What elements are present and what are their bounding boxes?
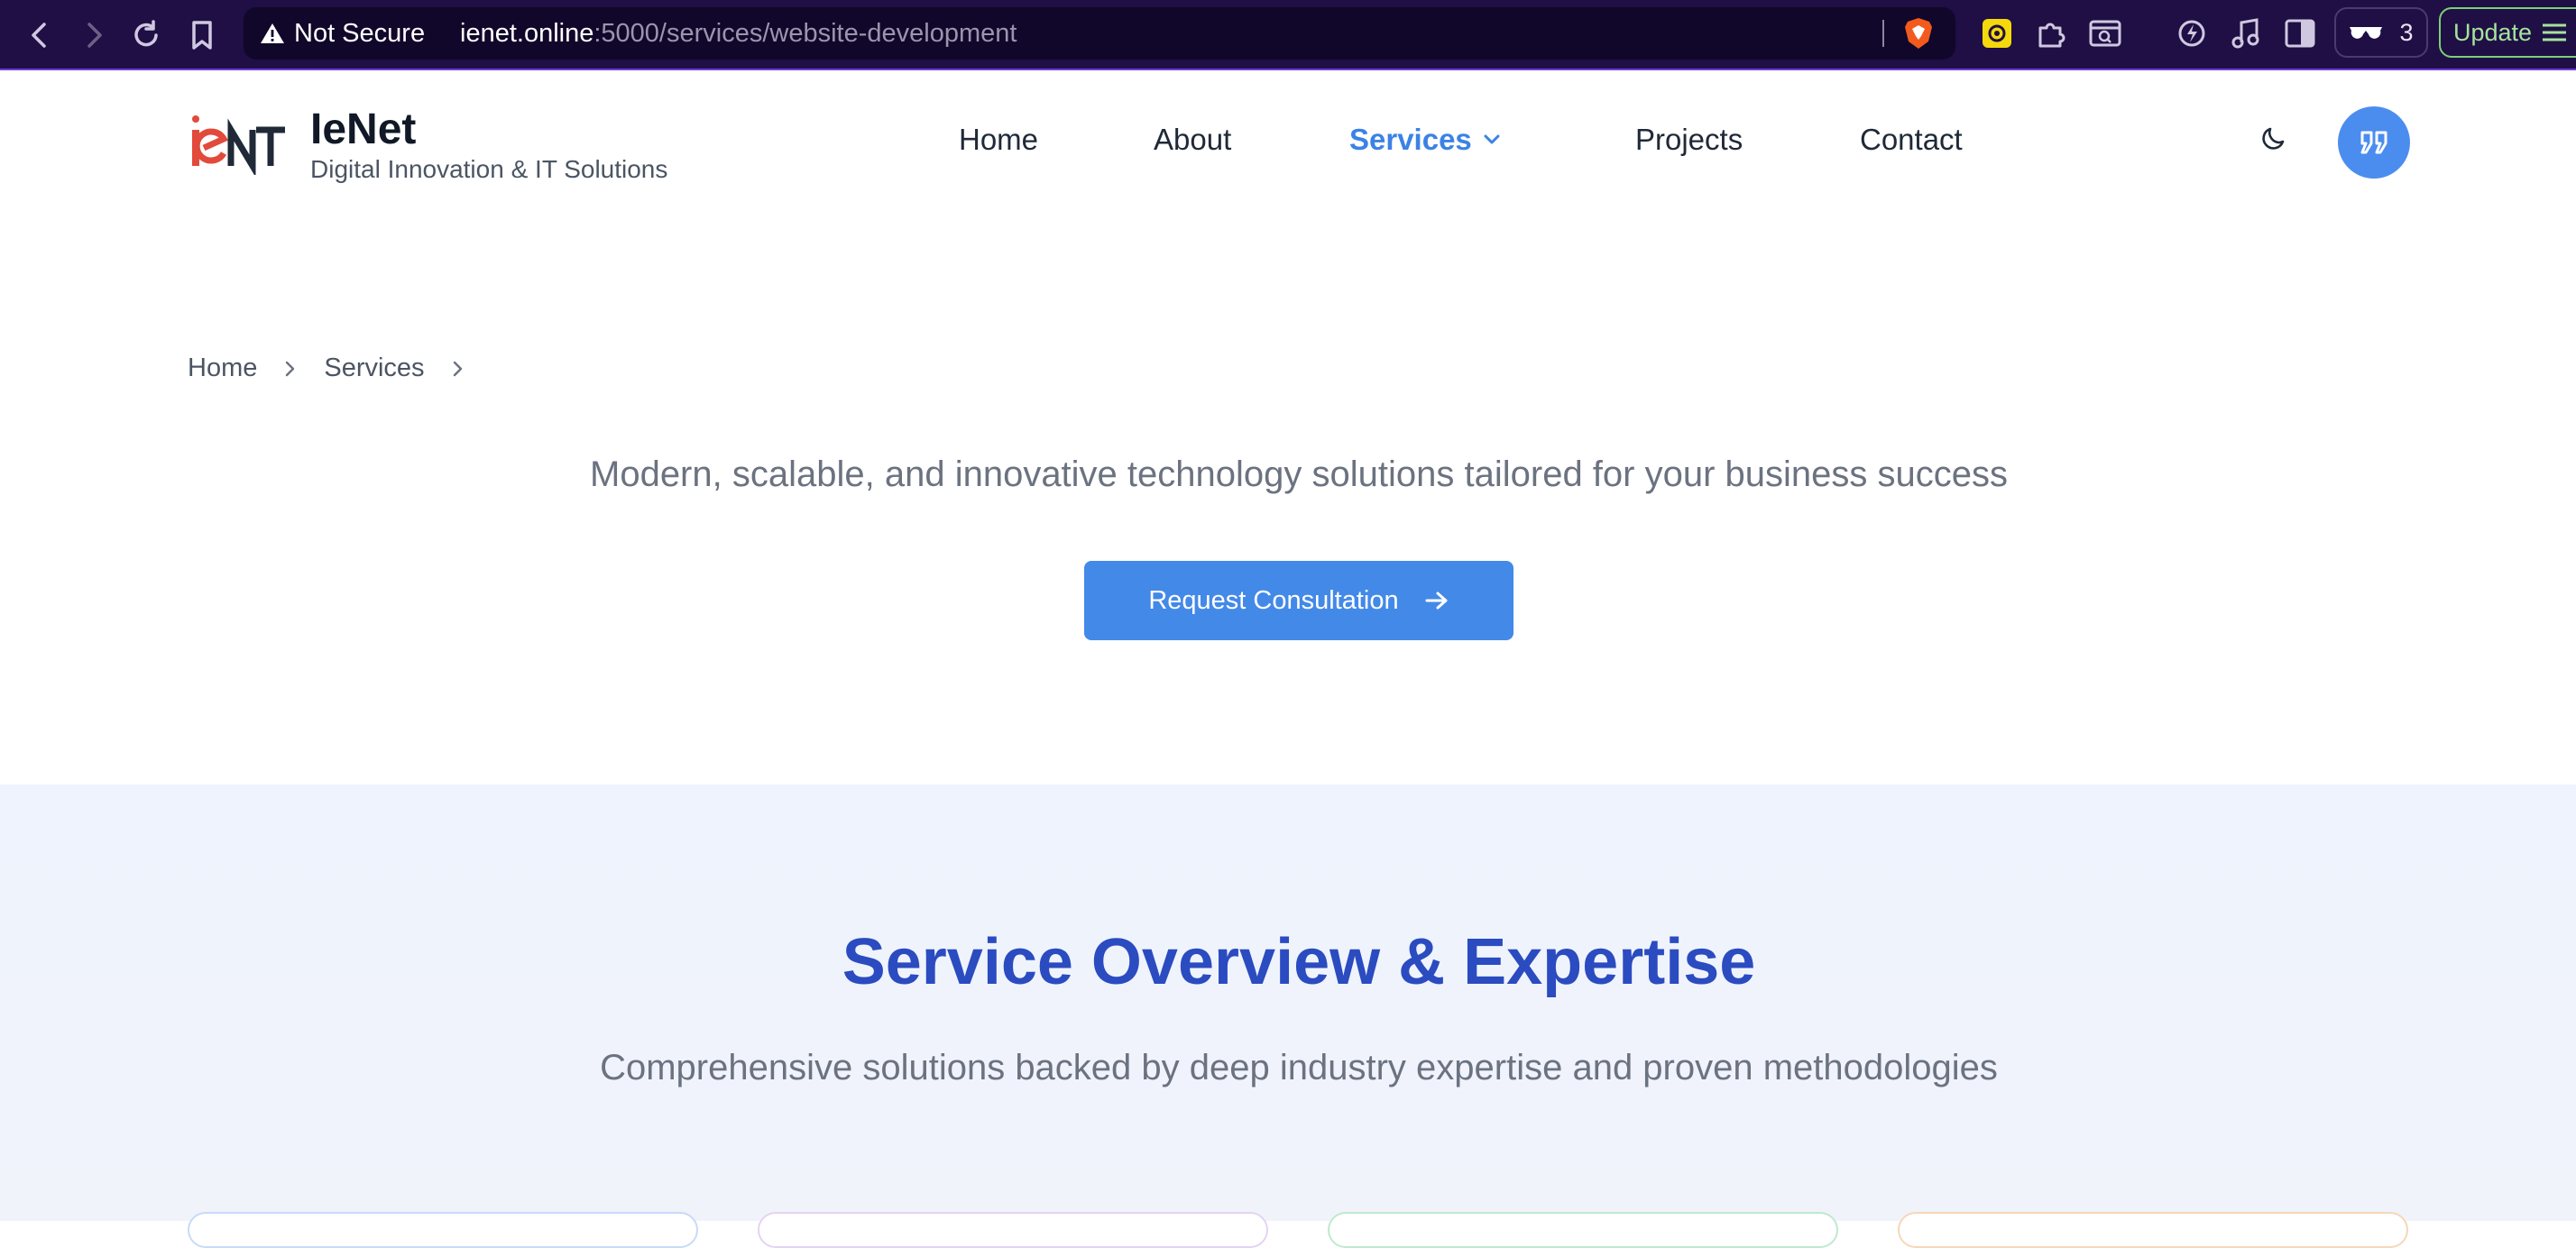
- nav-services[interactable]: Services: [1349, 123, 1501, 157]
- brave-shields-icon[interactable]: [1901, 16, 1936, 50]
- site-header: IeNet Digital Innovation & IT Solutions …: [0, 72, 2576, 216]
- overview-card[interactable]: [758, 1212, 1268, 1248]
- nav-contact[interactable]: Contact: [1860, 123, 1963, 157]
- update-button[interactable]: Update: [2439, 7, 2576, 58]
- brand-logo[interactable]: [188, 112, 287, 178]
- menu-icon: [2543, 23, 2567, 41]
- warning-icon: [261, 23, 284, 43]
- forward-icon[interactable]: [74, 15, 114, 55]
- arrow-right-icon: [1425, 592, 1448, 610]
- reload-icon[interactable]: [126, 15, 166, 55]
- address-bar[interactable]: Not Secure ienet.online:5000/services/we…: [244, 7, 1955, 60]
- breadcrumb-home[interactable]: Home: [188, 353, 257, 383]
- user-avatar[interactable]: [2338, 106, 2410, 179]
- search-window-icon[interactable]: [2087, 15, 2123, 51]
- breadcrumb-services[interactable]: Services: [324, 353, 424, 383]
- nav-services-label: Services: [1349, 123, 1472, 156]
- music-icon[interactable]: [2228, 15, 2264, 51]
- url-divider: [1882, 20, 1884, 47]
- nav-about[interactable]: About: [1154, 123, 1231, 157]
- chevron-right-icon: [453, 361, 462, 376]
- back-icon[interactable]: [20, 15, 60, 55]
- overview-subtitle: Comprehensive solutions backed by deep i…: [600, 1048, 1998, 1087]
- hero-subtitle: Modern, scalable, and innovative technol…: [590, 454, 2008, 494]
- nav-home[interactable]: Home: [959, 123, 1038, 157]
- leo-ai-icon[interactable]: [2174, 15, 2210, 51]
- overview-card[interactable]: [1898, 1212, 2408, 1248]
- extension-yellow-icon[interactable]: [1979, 15, 2015, 51]
- private-window-indicator[interactable]: 3: [2334, 7, 2428, 58]
- theme-toggle[interactable]: [2255, 119, 2293, 157]
- service-overview-section: Service Overview & Expertise Comprehensi…: [0, 785, 2576, 1248]
- quote-icon: [2360, 131, 2387, 154]
- update-label: Update: [2453, 18, 2533, 46]
- extension-count: 3: [2399, 18, 2414, 46]
- chevron-down-icon: [1484, 134, 1500, 144]
- url-host: ienet.online: [460, 19, 594, 48]
- url-path: :5000/services/website-development: [593, 19, 1017, 48]
- bookmark-icon[interactable]: [182, 15, 222, 55]
- not-secure-label: Not Secure: [294, 18, 426, 48]
- overview-title: Service Overview & Expertise: [842, 926, 1756, 998]
- sidebar-toggle-icon[interactable]: [2282, 15, 2318, 51]
- cta-label: Request Consultation: [1148, 585, 1399, 615]
- chevron-right-icon: [286, 361, 295, 376]
- brand-name[interactable]: IeNet: [310, 105, 416, 154]
- extensions-puzzle-icon[interactable]: [2033, 15, 2069, 51]
- nav-projects[interactable]: Projects: [1635, 123, 1743, 157]
- request-consultation-button[interactable]: Request Consultation: [1084, 561, 1513, 640]
- security-indicator[interactable]: Not Secure: [260, 7, 425, 60]
- glasses-icon: [2350, 27, 2383, 39]
- breadcrumb: Home Services: [188, 353, 465, 383]
- brand-tagline: Digital Innovation & IT Solutions: [310, 155, 668, 183]
- overview-card[interactable]: [188, 1212, 698, 1248]
- url-text[interactable]: ienet.online:5000/services/website-devel…: [460, 7, 1017, 60]
- moon-icon: [2262, 127, 2285, 150]
- browser-toolbar: Not Secure ienet.online:5000/services/we…: [0, 0, 2576, 70]
- overview-card[interactable]: [1328, 1212, 1838, 1248]
